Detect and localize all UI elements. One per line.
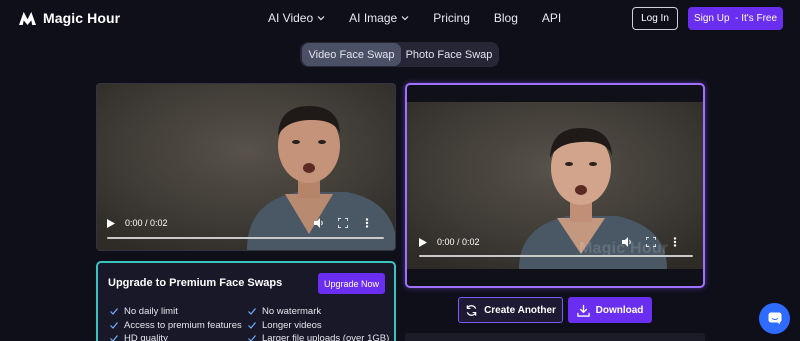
nav-ai-video[interactable]: AI Video xyxy=(268,11,325,25)
tab-video-face-swap[interactable]: Video Face Swap xyxy=(302,43,401,66)
nav-api-label: API xyxy=(541,11,562,25)
face-swap-tabs: Video Face Swap Photo Face Swap xyxy=(300,42,499,67)
check-icon xyxy=(110,321,118,329)
check-icon xyxy=(110,308,118,315)
chevron-down-icon xyxy=(401,16,409,21)
feature-label: HD quality xyxy=(124,333,168,341)
nav-ai-image-label: AI Image xyxy=(349,11,398,25)
brand-name: Magic Hour xyxy=(43,9,121,26)
result-video-player[interactable]: Magic Hour 0:00 / 0:02 xyxy=(405,83,705,288)
fullscreen-icon[interactable] xyxy=(338,218,348,228)
play-icon[interactable] xyxy=(419,237,427,247)
result-video-controls: 0:00 / 0:02 xyxy=(407,233,703,251)
logo-icon xyxy=(19,11,36,26)
source-video-progress[interactable] xyxy=(107,237,384,239)
feature-item: Larger file uploads (over 1GB) xyxy=(248,332,389,341)
more-vertical-icon[interactable] xyxy=(362,218,372,228)
feature-label: Larger file uploads (over 1GB) xyxy=(262,333,390,341)
feature-item: No watermark xyxy=(248,305,389,318)
source-video-time: 0:00 / 0:02 xyxy=(125,218,168,228)
nav-blog[interactable]: Blog xyxy=(494,11,518,25)
feature-label: Longer videos xyxy=(262,319,322,331)
signup-button[interactable]: Sign Up - It's Free xyxy=(688,7,783,30)
volume-icon[interactable] xyxy=(622,237,632,247)
check-icon xyxy=(248,321,256,329)
below-panel-edge xyxy=(405,333,705,341)
feature-item: No daily limit xyxy=(110,305,242,318)
nav-api[interactable]: API xyxy=(542,11,561,25)
login-button[interactable]: Log In xyxy=(632,7,678,30)
top-nav: Magic Hour AI Video AI Image Pricing Blo… xyxy=(0,0,800,37)
features-right: No watermark Longer videos Larger file u… xyxy=(248,305,389,341)
check-icon xyxy=(110,335,118,341)
nav-ai-video-label: AI Video xyxy=(268,11,314,25)
result-video-time: 0:00 / 0:02 xyxy=(437,237,480,247)
features-left: No daily limit Access to premium feature… xyxy=(110,305,242,341)
nav-pricing[interactable]: Pricing xyxy=(433,11,470,25)
brand-logo[interactable]: Magic Hour xyxy=(18,9,120,26)
feature-label: No watermark xyxy=(262,306,322,317)
feature-item: Longer videos xyxy=(248,319,389,332)
volume-icon[interactable] xyxy=(314,218,324,228)
play-icon[interactable] xyxy=(107,218,115,228)
more-vertical-icon[interactable] xyxy=(670,237,680,247)
feature-label: No daily limit xyxy=(124,306,178,317)
feature-label: Access to premium features xyxy=(124,319,242,331)
create-another-label: Create Another xyxy=(484,304,556,316)
upgrade-card: Upgrade to Premium Face Swaps Upgrade No… xyxy=(96,261,396,341)
nav-links: AI Video AI Image Pricing Blog API xyxy=(268,11,561,25)
chat-launcher-button[interactable] xyxy=(759,303,790,334)
nav-blog-label: Blog xyxy=(493,11,518,25)
result-video-progress[interactable] xyxy=(419,255,693,257)
tab-photo-face-swap[interactable]: Photo Face Swap xyxy=(401,43,497,66)
feature-item: HD quality xyxy=(110,332,242,341)
download-button[interactable]: Download xyxy=(568,297,652,323)
source-video-controls: 0:00 / 0:02 xyxy=(97,214,395,232)
chat-icon xyxy=(768,312,781,325)
fullscreen-icon[interactable] xyxy=(646,237,656,247)
feature-item: Access to premium features xyxy=(110,319,242,332)
upgrade-now-button[interactable]: Upgrade Now xyxy=(318,273,385,294)
nav-pricing-label: Pricing xyxy=(433,11,470,25)
create-another-button[interactable]: Create Another xyxy=(458,297,563,323)
upgrade-title: Upgrade to Premium Face Swaps xyxy=(108,277,283,289)
chevron-down-icon xyxy=(317,16,325,21)
download-label: Download xyxy=(595,304,644,316)
source-video-player[interactable]: 0:00 / 0:02 xyxy=(96,83,396,251)
nav-ai-image[interactable]: AI Image xyxy=(349,11,409,25)
check-icon xyxy=(248,335,256,341)
download-icon xyxy=(576,304,590,317)
check-icon xyxy=(248,308,256,315)
refresh-icon xyxy=(466,304,477,316)
